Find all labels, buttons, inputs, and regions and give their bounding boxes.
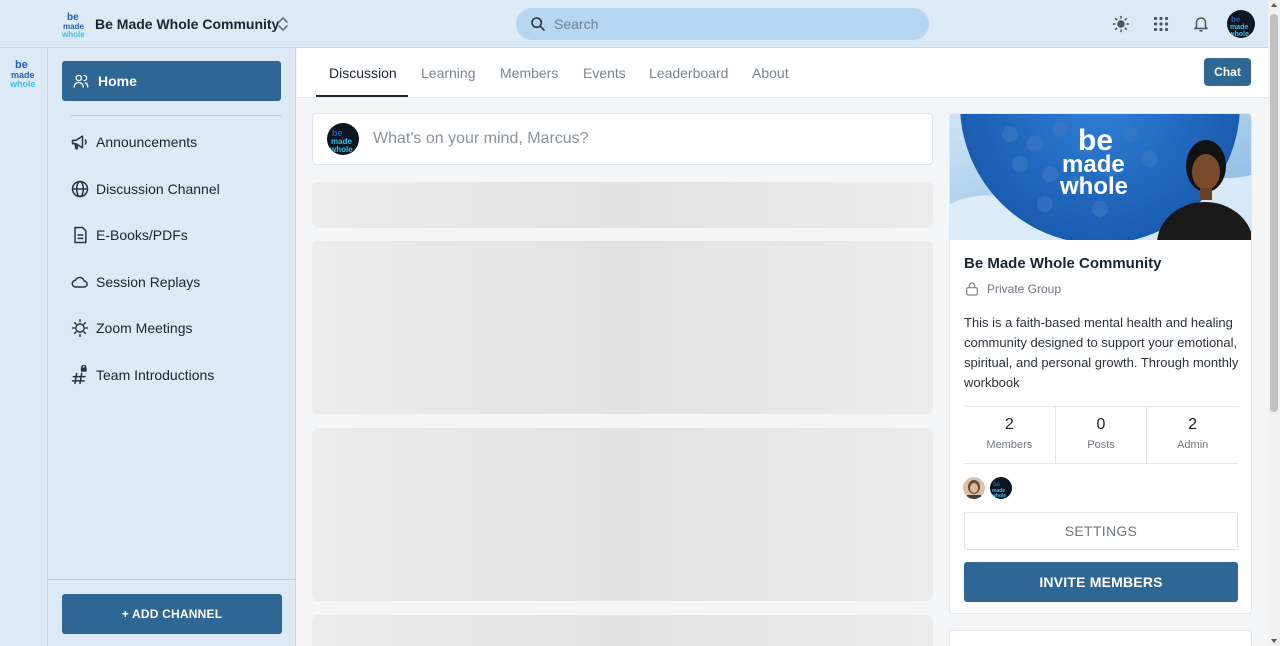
active-tab-indicator — [316, 95, 408, 97]
user-avatar[interactable]: be made whole — [1227, 10, 1255, 38]
invite-members-button[interactable]: INVITE MEMBERS — [964, 562, 1238, 602]
tab-bar: Discussion Learning Members Events Leade… — [297, 48, 1268, 98]
group-banner-image: be made whole — [950, 114, 1251, 240]
document-icon — [70, 225, 90, 245]
chat-button[interactable]: Chat — [1204, 58, 1251, 86]
stat-value: 2 — [1004, 416, 1014, 433]
sun-icon[interactable] — [1109, 12, 1133, 36]
scrollbar-thumb[interactable] — [1270, 14, 1278, 412]
community-switcher[interactable]: be made whole Be Made Whole Community — [62, 10, 288, 38]
svg-text:whole: whole — [1059, 173, 1128, 200]
svg-text:whole: whole — [991, 493, 1006, 499]
scroll-down-arrow-icon[interactable] — [1271, 639, 1277, 643]
divider — [70, 115, 282, 116]
stat-posts[interactable]: 0 Posts — [1054, 407, 1147, 463]
post-composer[interactable]: be made whole What's on your mind, Marcus? — [312, 113, 933, 165]
svg-text:whole: whole — [329, 145, 353, 154]
settings-button[interactable]: SETTINGS — [964, 512, 1238, 550]
group-info-card: be made whole Be Made Whole Community Pr… — [949, 113, 1252, 614]
sidebar-item-home[interactable]: Home — [62, 61, 281, 101]
tab-events[interactable]: Events — [583, 48, 626, 97]
tab-discussion[interactable]: Discussion — [329, 48, 397, 97]
group-title: Be Made Whole Community — [964, 255, 1162, 272]
top-bar: be made whole Be Made Whole Community Se… — [0, 0, 1268, 48]
svg-text:be: be — [1231, 15, 1241, 24]
sidebar-item-label: Session Replays — [96, 274, 201, 290]
stat-label: Admin — [1177, 439, 1209, 451]
lock-icon — [966, 282, 978, 296]
group-stats: 2 Members 0 Posts 2 Admin — [964, 406, 1238, 464]
divider — [48, 579, 296, 580]
page-scrollbar[interactable] — [1268, 0, 1280, 646]
sidebar-item-team-introductions[interactable]: Team Introductions — [70, 361, 282, 389]
sidebar-item-label: Home — [98, 73, 137, 89]
sidebar-item-label: Team Introductions — [96, 367, 215, 383]
scroll-up-arrow-icon[interactable] — [1271, 3, 1277, 7]
member-avatar[interactable] — [963, 477, 985, 499]
svg-text:made: made — [1230, 24, 1248, 31]
tab-leaderboard[interactable]: Leaderboard — [649, 48, 728, 97]
sidebar-item-zoom-meetings[interactable]: Zoom Meetings — [70, 314, 282, 342]
privacy-indicator: Private Group — [964, 281, 1061, 297]
member-avatar[interactable]: be made whole — [990, 477, 1012, 499]
user-avatar: be made whole — [327, 123, 359, 155]
search-icon — [531, 17, 545, 31]
loading-skeleton — [312, 182, 933, 228]
tab-about[interactable]: About — [752, 48, 789, 97]
stat-admin[interactable]: 2 Admin — [1146, 407, 1238, 463]
left-rail: be made whole — [0, 0, 48, 646]
sidebar-item-label: Discussion Channel — [96, 181, 220, 197]
search-input[interactable]: Search — [516, 8, 929, 40]
loading-skeleton — [312, 428, 933, 601]
users-icon — [73, 74, 89, 88]
sidebar-item-label: Announcements — [96, 134, 198, 150]
loading-skeleton — [312, 241, 933, 414]
add-channel-button[interactable]: + ADD CHANNEL — [62, 594, 282, 634]
sidebar-item-label: Zoom Meetings — [96, 320, 193, 336]
group-description: This is a faith-based mental health and … — [964, 315, 1239, 390]
svg-text:whole: whole — [9, 79, 36, 89]
community-logo-icon: be made whole — [62, 12, 85, 38]
svg-text:whole: whole — [62, 30, 85, 38]
composer-placeholder: What's on your mind, Marcus? — [373, 130, 589, 147]
stat-label: Posts — [1087, 439, 1115, 451]
sidebar-item-session-replays[interactable]: Session Replays — [70, 268, 282, 296]
globe-icon — [70, 179, 90, 199]
bell-icon[interactable] — [1189, 12, 1213, 36]
megaphone-icon — [70, 132, 90, 152]
stat-label: Members — [986, 439, 1033, 451]
sidebar-item-discussion-channel[interactable]: Discussion Channel — [70, 175, 282, 203]
cloud-icon — [70, 272, 90, 292]
community-name: Be Made Whole Community — [95, 16, 280, 32]
stat-members[interactable]: 2 Members — [964, 407, 1055, 463]
apps-grid-icon[interactable] — [1149, 12, 1173, 36]
secondary-card — [949, 630, 1252, 646]
tab-members[interactable]: Members — [500, 48, 558, 97]
community-logo-icon[interactable]: be made whole — [9, 56, 39, 90]
search-placeholder: Search — [554, 16, 599, 32]
hash-lock-icon — [70, 365, 90, 385]
sidebar-item-label: E-Books/PDFs — [96, 227, 188, 243]
chevron-up-down-icon — [278, 17, 288, 31]
stat-value: 2 — [1188, 416, 1198, 433]
lightbulb-icon — [70, 318, 90, 338]
sidebar-item-announcements[interactable]: Announcements — [70, 128, 282, 156]
loading-skeleton — [312, 615, 933, 646]
stat-value: 0 — [1096, 416, 1106, 433]
svg-text:whole: whole — [1228, 31, 1249, 38]
privacy-label: Private Group — [987, 282, 1062, 296]
channel-sidebar: Home Announcements Discussion Channel E-… — [48, 48, 296, 646]
sidebar-item-ebooks[interactable]: E-Books/PDFs — [70, 221, 282, 249]
tab-learning[interactable]: Learning — [421, 48, 476, 97]
